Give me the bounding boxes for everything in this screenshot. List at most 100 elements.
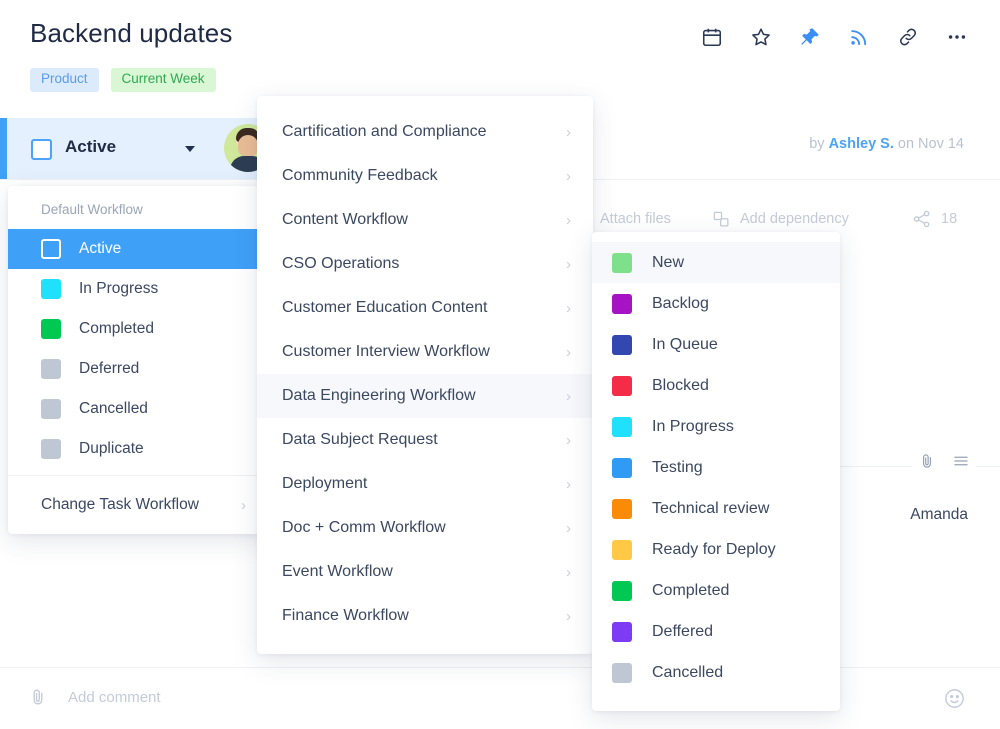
list-view-icon[interactable] — [952, 452, 970, 475]
status-color-swatch — [41, 359, 61, 379]
status-item[interactable]: Blocked — [592, 365, 840, 406]
chevron-right-icon: › — [566, 123, 571, 141]
status-item[interactable]: Deffered — [592, 611, 840, 652]
status-item[interactable]: Completed — [592, 570, 840, 611]
workflow-list-label: Community Feedback — [282, 167, 438, 184]
workflow-list-item[interactable]: Content Workflow › — [257, 198, 593, 242]
byline: by Ashley S. on Nov 14 — [809, 136, 964, 152]
status-color-swatch — [41, 319, 61, 339]
workflow-list-item[interactable]: Community Feedback › — [257, 154, 593, 198]
byline-author[interactable]: Ashley S. — [829, 136, 894, 152]
status-color-swatch — [612, 457, 632, 478]
link-icon[interactable] — [897, 26, 919, 48]
status-item[interactable]: New — [592, 242, 840, 283]
workflow-list-label: Cartification and Compliance — [282, 123, 487, 140]
status-item[interactable]: Testing — [592, 447, 840, 488]
chevron-right-icon: › — [566, 431, 571, 449]
change-task-workflow-button[interactable]: Change Task Workflow › — [8, 482, 268, 528]
workflow-list-item[interactable]: Customer Interview Workflow › — [257, 330, 593, 374]
workflow-list-item[interactable]: Doc + Comm Workflow › — [257, 506, 593, 550]
workflow-status-item[interactable]: Cancelled — [8, 389, 268, 429]
comment-bar[interactable]: Add comment — [0, 667, 1000, 729]
workflow-list-label: Event Workflow — [282, 563, 393, 580]
calendar-icon[interactable] — [701, 26, 723, 48]
status-color-swatch — [612, 498, 632, 519]
status-color-swatch — [612, 334, 632, 355]
status-item[interactable]: In Queue — [592, 324, 840, 365]
workflow-list-label: Data Engineering Workflow — [282, 387, 476, 404]
status-color-swatch — [612, 375, 632, 396]
status-label: In Progress — [652, 417, 734, 435]
status-color-swatch — [41, 279, 61, 299]
status-item[interactable]: Ready for Deploy — [592, 529, 840, 570]
task-checkbox[interactable] — [31, 139, 52, 160]
workflow-list-label: Customer Interview Workflow — [282, 343, 490, 360]
comment-paperclip-icon[interactable] — [28, 687, 48, 712]
status-color-swatch — [41, 439, 61, 459]
status-item[interactable]: Backlog — [592, 283, 840, 324]
status-list: New Backlog In Queue Blocked In Progress Test… — [592, 242, 840, 693]
workflow-status-label: Duplicate — [79, 440, 144, 457]
detail-icon-group — [912, 452, 976, 475]
workflow-status-item[interactable]: Duplicate — [8, 429, 268, 469]
chevron-right-icon: › — [566, 387, 571, 405]
status-color-swatch — [612, 416, 632, 437]
page-title: Backend updates — [30, 18, 233, 48]
workflow-status-item[interactable]: Completed — [8, 309, 268, 349]
workflow-list-item[interactable]: Deployment › — [257, 462, 593, 506]
workflow-list-item[interactable]: Finance Workflow › — [257, 594, 593, 638]
workflow-list-label: CSO Operations — [282, 255, 400, 272]
status-color-swatch — [612, 662, 632, 683]
pin-icon[interactable] — [799, 26, 821, 48]
chevron-right-icon: › — [566, 563, 571, 581]
workflow-list-item[interactable]: Data Engineering Workflow › — [257, 374, 593, 418]
workflow-list-panel: Cartification and Compliance › Community F… — [257, 96, 593, 654]
byline-date: on Nov 14 — [897, 136, 964, 152]
chevron-down-icon[interactable] — [185, 146, 195, 152]
emoji-icon[interactable] — [943, 687, 966, 715]
header-icon-bar — [701, 26, 968, 48]
more-options-icon[interactable] — [946, 26, 968, 48]
paperclip-icon[interactable] — [918, 452, 936, 475]
chevron-right-icon: › — [566, 607, 571, 625]
share-count-value: 18 — [941, 211, 958, 227]
rss-follow-icon[interactable] — [848, 26, 870, 48]
workflow-list-item[interactable]: Cartification and Compliance › — [257, 110, 593, 154]
status-label: Testing — [652, 458, 703, 476]
add-dependency-button[interactable]: Add dependency — [712, 210, 849, 229]
workflow-status-label: Active — [79, 240, 122, 257]
status-item[interactable]: In Progress — [592, 406, 840, 447]
workflow-status-item[interactable]: Active — [8, 229, 268, 269]
status-color-swatch — [612, 621, 632, 642]
workflow-status-item[interactable]: In Progress — [8, 269, 268, 309]
workflow-list-label: Content Workflow — [282, 211, 408, 228]
attach-files-button[interactable]: Attach files — [600, 211, 671, 227]
status-color-swatch — [41, 399, 61, 419]
workflow-list-item[interactable]: CSO Operations › — [257, 242, 593, 286]
workflow-list-item[interactable]: Customer Education Content › — [257, 286, 593, 330]
workflow-status-item[interactable]: Deferred — [8, 349, 268, 389]
status-label: Technical review — [652, 499, 770, 517]
workflow-list-item[interactable]: Event Workflow › — [257, 550, 593, 594]
status-label: Blocked — [652, 376, 709, 394]
workflow-section-title: Default Workflow — [41, 202, 143, 217]
workflow-status-label: In Progress — [79, 280, 159, 297]
share-count-button[interactable]: 18 — [912, 209, 957, 229]
workflow-status-label: Completed — [79, 320, 154, 337]
workflow-list-label: Customer Education Content — [282, 299, 488, 316]
tag-product[interactable]: Product — [30, 68, 99, 92]
status-label: Completed — [652, 581, 730, 599]
chevron-right-icon: › — [566, 211, 571, 229]
comment-input[interactable]: Add comment — [68, 689, 161, 706]
workflow-list-item[interactable]: Data Subject Request › — [257, 418, 593, 462]
attach-files-label: Attach files — [600, 211, 671, 227]
add-dependency-label: Add dependency — [740, 211, 849, 227]
star-icon[interactable] — [750, 26, 772, 48]
tag-list: Product Current Week — [30, 68, 216, 92]
byline-prefix: by — [809, 136, 825, 152]
status-item[interactable]: Technical review — [592, 488, 840, 529]
task-detail-screen: Backend updates Product Current Week Act… — [0, 0, 1000, 729]
status-list-panel: New Backlog In Queue Blocked In Progress Test… — [592, 232, 840, 711]
tag-current-week[interactable]: Current Week — [110, 68, 216, 92]
status-item[interactable]: Cancelled — [592, 652, 840, 693]
